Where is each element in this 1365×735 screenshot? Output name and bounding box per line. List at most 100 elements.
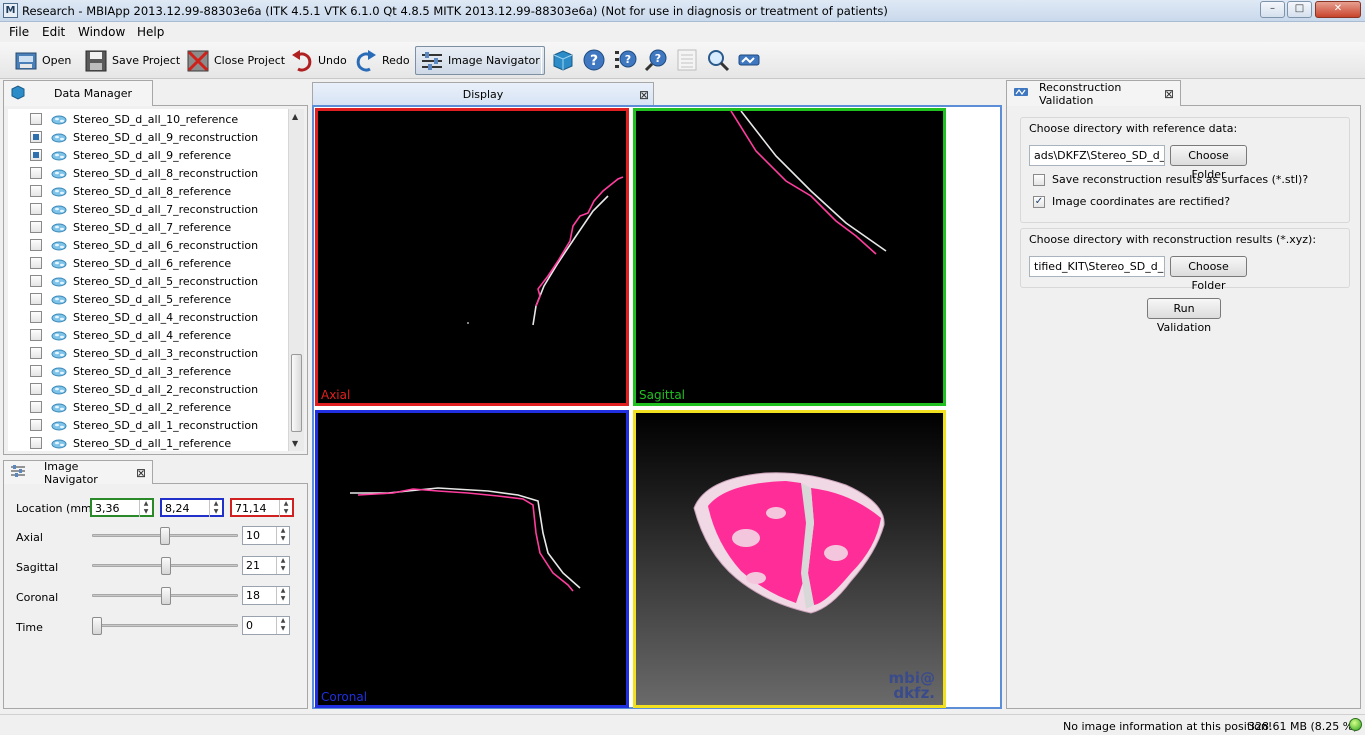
visibility-checkbox[interactable] (30, 401, 42, 413)
list-item[interactable]: Stereo_SD_d_all_3_reconstruction (8, 344, 288, 362)
list-item[interactable]: Stereo_SD_d_all_4_reference (8, 326, 288, 344)
maximize-button[interactable]: □ (1287, 1, 1312, 18)
list-item[interactable]: Stereo_SD_d_all_6_reconstruction (8, 236, 288, 254)
list-item[interactable]: Stereo_SD_d_all_1_reconstruction (8, 416, 288, 434)
location-y-input[interactable]: 8,24 ▲ ▼ (160, 498, 224, 517)
scrollbar-thumb[interactable] (291, 354, 302, 432)
list-item[interactable]: Stereo_SD_d_all_7_reconstruction (8, 200, 288, 218)
visibility-checkbox[interactable] (30, 239, 42, 251)
log-icon[interactable] (675, 48, 699, 72)
menu-help[interactable]: Help (137, 25, 164, 39)
scroll-down-icon[interactable]: ▼ (292, 439, 298, 448)
image-navigator-button[interactable]: Image Navigator (415, 46, 545, 75)
visibility-checkbox[interactable] (30, 275, 42, 287)
visibility-checkbox[interactable] (30, 203, 42, 215)
data-manager-scrollbar[interactable]: ▲ ▼ (288, 109, 304, 451)
list-item[interactable]: Stereo_SD_d_all_1_reference (8, 434, 288, 451)
results-path-input[interactable]: tified_KIT\Stereo_SD_d_all (1029, 256, 1165, 277)
list-item[interactable]: Stereo_SD_d_all_9_reconstruction (8, 128, 288, 146)
zoom-icon[interactable] (706, 48, 730, 72)
list-item[interactable]: Stereo_SD_d_all_5_reference (8, 290, 288, 308)
save-project-button[interactable]: Save Project (80, 46, 184, 75)
location-z-input[interactable]: 71,14 ▲ ▼ (230, 498, 294, 517)
visibility-checkbox[interactable] (30, 365, 42, 377)
spin-arrows-icon[interactable]: ▲ ▼ (139, 500, 152, 517)
rectified-box[interactable]: ✓ (1033, 195, 1045, 208)
slider-handle-sagittal[interactable] (160, 557, 171, 575)
slider-track-time[interactable] (92, 624, 238, 627)
spin-arrows-icon[interactable]: ▲ ▼ (276, 617, 289, 634)
slider-handle-axial[interactable] (160, 527, 170, 545)
choose-reference-folder-button[interactable]: Choose Folder (1170, 145, 1247, 181)
close-project-button[interactable]: Close Project (182, 46, 289, 75)
list-item[interactable]: Stereo_SD_d_all_8_reference (8, 182, 288, 200)
slider-handle-coronal[interactable] (160, 587, 171, 605)
spin-arrows-icon[interactable]: ▲ ▼ (276, 557, 289, 574)
axial-view[interactable]: Axial (315, 108, 629, 406)
menu-edit[interactable]: Edit (42, 25, 65, 39)
location-x-input[interactable]: 3,36 ▲ ▼ (90, 498, 154, 517)
spin-arrows-icon[interactable]: ▲ ▼ (209, 500, 222, 517)
visibility-checkbox[interactable] (30, 257, 42, 269)
visibility-checkbox[interactable] (30, 185, 42, 197)
list-item[interactable]: Stereo_SD_d_all_2_reconstruction (8, 380, 288, 398)
list-item[interactable]: Stereo_SD_d_all_9_reference (8, 146, 288, 164)
cube-icon[interactable] (551, 48, 575, 72)
list-item[interactable]: Stereo_SD_d_all_10_reference (8, 110, 288, 128)
3d-view[interactable]: mbi@ dkfz. (633, 410, 946, 708)
transform-icon[interactable] (737, 48, 761, 72)
visibility-checkbox[interactable] (30, 149, 42, 161)
reference-path-input[interactable]: ads\DKFZ\Stereo_SD_d_all (1029, 145, 1165, 166)
rectified-checkbox[interactable]: ✓ Image coordinates are rectified? (1033, 195, 1230, 208)
list-item[interactable]: Stereo_SD_d_all_8_reconstruction (8, 164, 288, 182)
close-tab-icon[interactable]: ⊠ (136, 466, 146, 480)
visibility-checkbox[interactable] (30, 311, 42, 323)
save-surfaces-box[interactable] (1033, 173, 1045, 186)
slice-input-time[interactable]: 0 ▲ ▼ (242, 616, 290, 635)
close-tab-icon[interactable]: ⊠ (1164, 87, 1174, 101)
help-icon[interactable]: ? (582, 48, 606, 72)
visibility-checkbox[interactable] (30, 383, 42, 395)
visibility-checkbox[interactable] (30, 419, 42, 431)
redo-button[interactable]: Redo (350, 46, 414, 75)
spin-arrows-icon[interactable]: ▲ ▼ (276, 587, 289, 604)
undo-button[interactable]: Undo (286, 46, 351, 75)
open-button[interactable]: Open (10, 46, 75, 75)
list-item[interactable]: Stereo_SD_d_all_4_reconstruction (8, 308, 288, 326)
menu-window[interactable]: Window (78, 25, 125, 39)
menu-file[interactable]: File (9, 25, 29, 39)
spin-arrows-icon[interactable]: ▲ ▼ (276, 527, 289, 544)
reconstruction-validation-tab[interactable]: Reconstruction Validation ⊠ (1006, 80, 1181, 107)
list-item[interactable]: Stereo_SD_d_all_5_reconstruction (8, 272, 288, 290)
coronal-view[interactable]: Coronal (315, 410, 629, 708)
visibility-checkbox[interactable] (30, 329, 42, 341)
visibility-checkbox[interactable] (30, 293, 42, 305)
context-help-icon[interactable]: ? (613, 48, 637, 72)
close-window-button[interactable]: ✕ (1315, 1, 1361, 18)
visibility-checkbox[interactable] (30, 131, 42, 143)
search-help-icon[interactable]: ? (644, 48, 668, 72)
slice-input-coronal[interactable]: 18 ▲ ▼ (242, 586, 290, 605)
image-navigator-tab[interactable]: Image Navigator ⊠ (3, 460, 153, 486)
run-validation-button[interactable]: Run Validation (1147, 298, 1221, 334)
list-item[interactable]: Stereo_SD_d_all_3_reference (8, 362, 288, 380)
scroll-up-icon[interactable]: ▲ (292, 112, 298, 121)
slice-input-sagittal[interactable]: 21 ▲ ▼ (242, 556, 290, 575)
save-surfaces-checkbox[interactable]: Save reconstruction results as surfaces … (1033, 173, 1308, 186)
display-tab[interactable]: Display ⊠ (312, 82, 654, 106)
visibility-checkbox[interactable] (30, 221, 42, 233)
choose-results-folder-button[interactable]: Choose Folder (1170, 256, 1247, 292)
visibility-checkbox[interactable] (30, 167, 42, 179)
slice-input-axial[interactable]: 10 ▲ ▼ (242, 526, 290, 545)
spin-arrows-icon[interactable]: ▲ ▼ (279, 500, 292, 517)
visibility-checkbox[interactable] (30, 347, 42, 359)
slider-handle-time[interactable] (92, 617, 102, 635)
sagittal-view[interactable]: Sagittal (633, 108, 946, 406)
visibility-checkbox[interactable] (30, 113, 42, 125)
list-item[interactable]: Stereo_SD_d_all_2_reference (8, 398, 288, 416)
minimize-button[interactable]: – (1260, 1, 1285, 18)
close-tab-icon[interactable]: ⊠ (639, 88, 649, 102)
data-manager-tab[interactable]: Data Manager (3, 80, 153, 106)
list-item[interactable]: Stereo_SD_d_all_6_reference (8, 254, 288, 272)
list-item[interactable]: Stereo_SD_d_all_7_reference (8, 218, 288, 236)
